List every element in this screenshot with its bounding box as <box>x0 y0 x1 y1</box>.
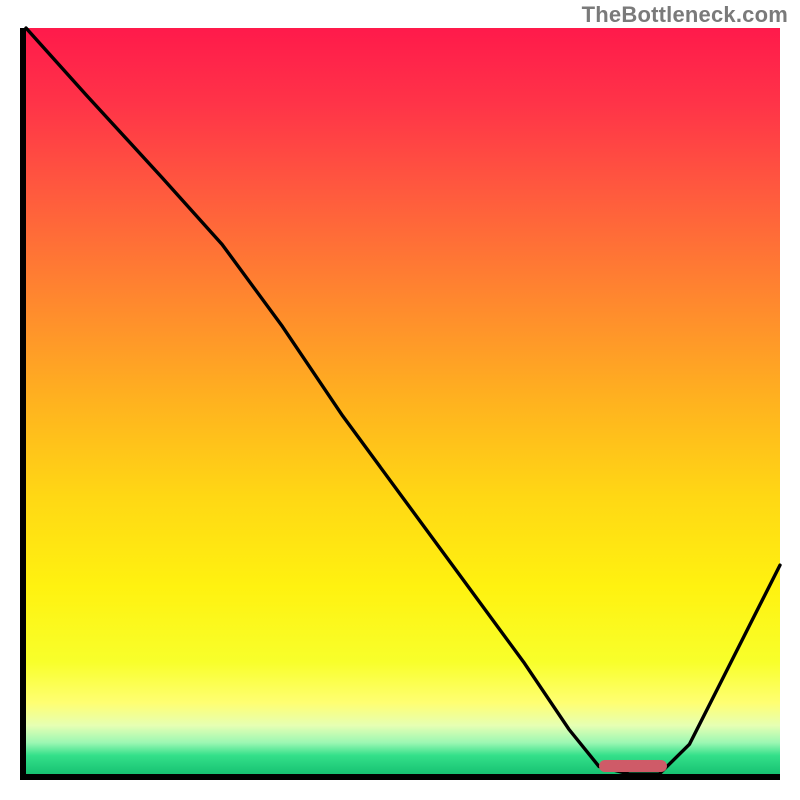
chart-container: TheBottleneck.com <box>0 0 800 800</box>
watermark-text: TheBottleneck.com <box>582 2 788 28</box>
plot-frame <box>20 28 780 780</box>
bottleneck-curve <box>26 28 780 774</box>
optimal-marker <box>599 760 667 772</box>
curve-layer <box>26 28 780 774</box>
